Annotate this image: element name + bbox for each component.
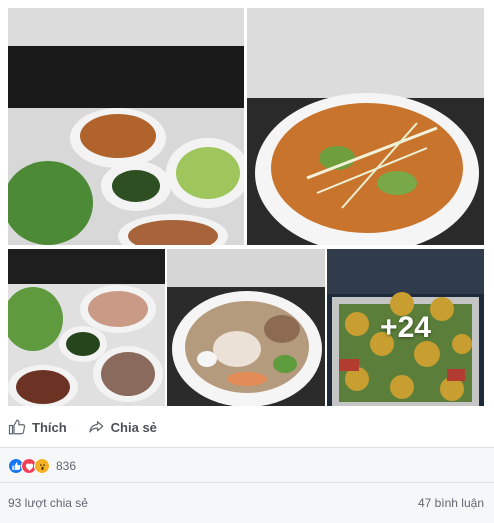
photo-egg-salad[interactable]: +24 [327,249,484,406]
wow-reaction-icon [34,458,50,474]
photo-soup-bowl[interactable] [247,8,484,245]
reactions-summary[interactable]: 836 [8,457,76,475]
share-label: Chia sẻ [110,419,157,435]
like-button[interactable]: Thích [8,418,67,436]
like-label: Thích [32,419,67,435]
photo-image [8,249,165,406]
thumbs-up-icon [8,419,26,435]
photo-platters-table[interactable] [8,8,244,245]
share-count[interactable]: 93 lượt chia sẻ [8,496,88,510]
photo-noodle-soup[interactable] [167,249,325,406]
share-button[interactable]: Chia sẻ [87,418,157,436]
photo-herbs-meat[interactable] [8,249,165,406]
post-actions: Thích Chia sẻ [8,412,484,442]
reaction-count: 836 [56,459,77,473]
share-arrow-icon [89,421,104,433]
photo-image [247,8,484,245]
comment-count[interactable]: 47 bình luận [418,496,484,510]
photo-image [8,8,244,245]
divider [0,482,494,483]
more-photos-overlay[interactable]: +24 [327,249,484,406]
photo-image [167,249,325,406]
